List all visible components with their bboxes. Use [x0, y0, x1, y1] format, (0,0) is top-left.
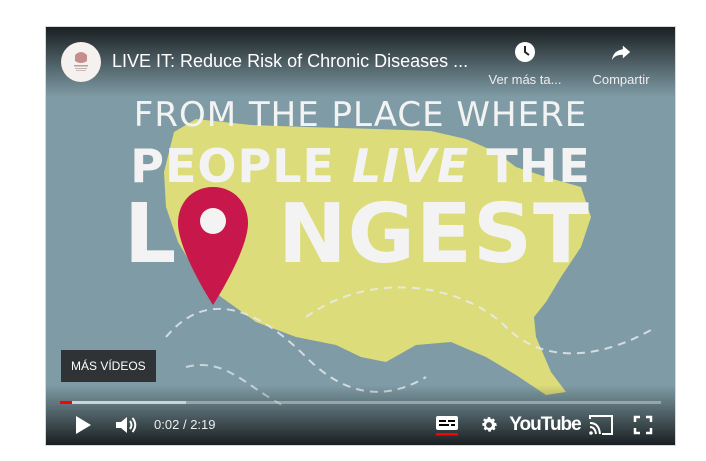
headline-line-2-em: LIVE	[351, 139, 470, 193]
youtube-logo-button[interactable]: YouTube	[509, 405, 581, 445]
share-arrow-icon	[611, 45, 631, 61]
headline-line-2-c: THE	[469, 139, 591, 193]
video-title[interactable]: LIVE IT: Reduce Risk of Chronic Diseases…	[112, 51, 468, 72]
channel-logo-icon	[74, 52, 88, 71]
settings-button[interactable]	[474, 405, 504, 445]
gear-icon	[482, 417, 497, 432]
progress-played	[60, 401, 73, 404]
more-videos-button[interactable]: MÁS VÍDEOS	[61, 350, 156, 382]
headline-line-2: PEOPLE LIVE THE	[46, 139, 675, 193]
subtitles-icon	[436, 416, 458, 436]
headline-line-1: FROM THE PLACE WHERE	[133, 95, 588, 135]
clock-icon	[515, 42, 535, 62]
share-button[interactable]: Compartir	[576, 41, 666, 87]
cast-button[interactable]	[584, 405, 618, 445]
youtube-logo: YouTube	[509, 414, 581, 435]
share-label: Compartir	[592, 72, 650, 87]
time-display: 0:02 / 2:19	[154, 405, 216, 445]
video-player[interactable]: FROM THE PLACE WHERE PEOPLE LIVE THE L N…	[45, 26, 676, 446]
fullscreen-icon	[633, 415, 653, 435]
volume-icon	[116, 417, 137, 433]
watch-later-button[interactable]: Ver más ta...	[480, 41, 570, 87]
headline-line-3-b: NGEST	[278, 187, 590, 282]
channel-avatar[interactable]	[61, 42, 101, 82]
progress-bar[interactable]	[60, 401, 661, 404]
subtitles-button[interactable]	[432, 405, 462, 445]
volume-button[interactable]	[112, 405, 142, 445]
time-separator: /	[182, 417, 187, 432]
cast-icon	[589, 415, 613, 435]
play-icon	[76, 416, 91, 434]
player-controls: 0:02 / 2:19 YouTube	[46, 405, 675, 445]
headline-line-3-a: L	[124, 187, 178, 282]
play-button[interactable]	[68, 405, 98, 445]
current-time: 0:02	[154, 417, 180, 432]
fullscreen-button[interactable]	[628, 405, 658, 445]
duration: 2:19	[190, 417, 216, 432]
watch-later-label: Ver más ta...	[488, 72, 562, 87]
map-pin-icon	[178, 187, 248, 305]
progress-loaded	[60, 401, 187, 404]
